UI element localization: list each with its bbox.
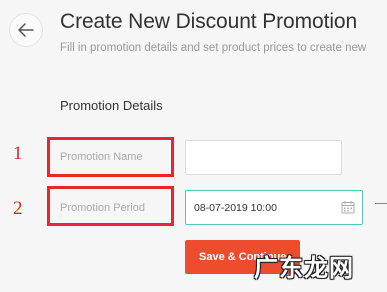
promotion-name-input[interactable] — [185, 140, 342, 175]
calendar-icon[interactable] — [341, 200, 355, 214]
page-subtitle: Fill in promotion details and set produc… — [60, 42, 367, 54]
section-title: Promotion Details — [60, 98, 163, 113]
back-button[interactable] — [9, 13, 43, 47]
promotion-period-label: Promotion Period — [60, 202, 145, 214]
date-range-separator — [375, 203, 387, 204]
arrow-left-icon — [18, 23, 34, 37]
annotation-number-1: 1 — [13, 143, 23, 164]
page-title: Create New Discount Promotion — [60, 10, 358, 33]
watermark: 广东龙网 — [254, 254, 354, 282]
promotion-name-label: Promotion Name — [60, 151, 143, 163]
annotation-number-2: 2 — [13, 198, 23, 219]
promotion-start-date-input[interactable]: 08-07-2019 10:00 — [185, 190, 363, 225]
start-date-value: 08-07-2019 10:00 — [194, 202, 277, 214]
